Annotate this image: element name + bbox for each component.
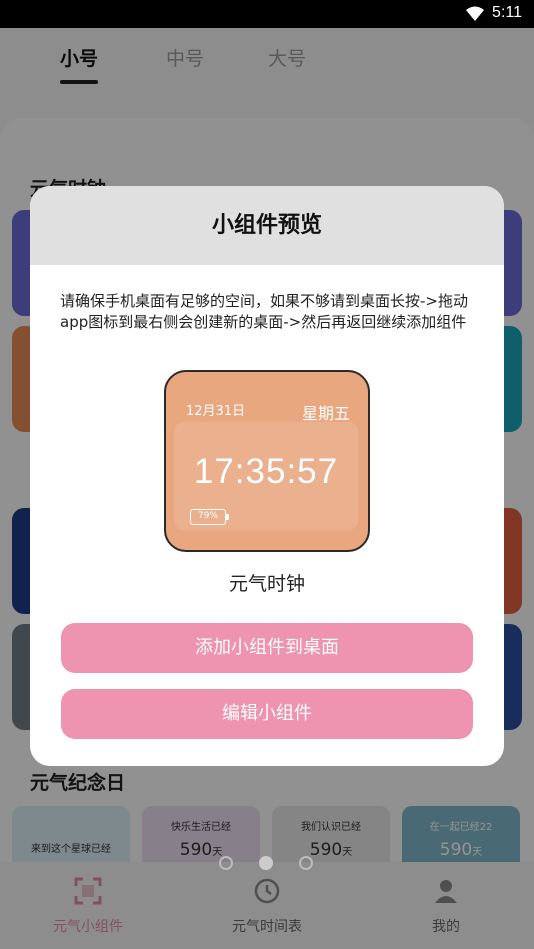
clock-widget-preview: 12月31日 星期五 17:35:57 79% [164, 370, 370, 552]
widget-time: 17:35:57 [193, 452, 339, 491]
widget-weekday: 星期五 [301, 404, 350, 423]
pager-dot-active[interactable] [259, 856, 273, 870]
widget-battery-level: 79% [197, 511, 218, 521]
preview-pager [0, 856, 534, 872]
pager-dot[interactable] [299, 856, 313, 870]
battery-icon: 79% [190, 509, 229, 525]
dialog-title: 小组件预览 [30, 186, 504, 265]
status-time: 5:11 [492, 4, 522, 21]
status-bar: 5:11 [0, 0, 534, 28]
widget-date: 12月31日 [186, 404, 246, 419]
pager-dot[interactable] [219, 856, 233, 870]
dialog-message: 请确保手机桌面有足够的空间，如果不够请到桌面长按->拖动app图标到最右侧会创建… [60, 292, 468, 331]
widget-name: 元气时钟 [228, 573, 305, 595]
edit-widget-button[interactable]: 编辑小组件 [61, 689, 473, 739]
widget-preview-dialog: 小组件预览 请确保手机桌面有足够的空间，如果不够请到桌面长按->拖动app图标到… [30, 186, 504, 766]
wifi-icon [466, 6, 484, 21]
add-widget-button[interactable]: 添加小组件到桌面 [61, 623, 473, 673]
